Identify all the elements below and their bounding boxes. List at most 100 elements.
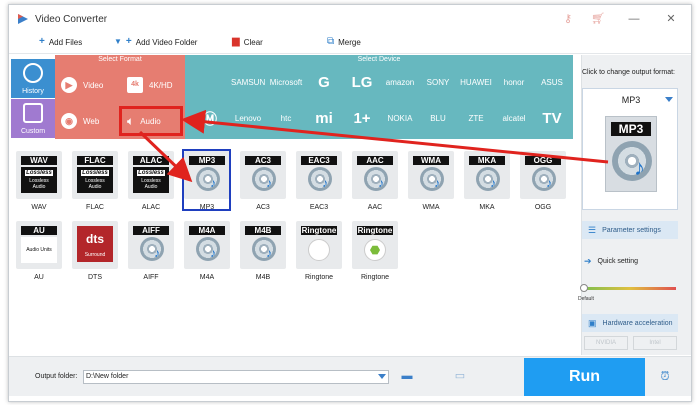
quick-setting-label: Quick setting <box>597 258 639 265</box>
device-brand-row1-6[interactable]: SONY <box>421 75 455 91</box>
parameter-settings-label: Parameter settings <box>602 226 661 234</box>
format-label: ALAC <box>141 204 161 211</box>
device-brand-row1-4[interactable]: LG <box>345 75 379 91</box>
minimize-button[interactable]: — <box>627 12 641 26</box>
format-tile-ringtone-iphone[interactable]: Ringtone <box>296 221 342 269</box>
alarm-clock-icon[interactable]: ⏰︎ <box>658 369 672 383</box>
device-brand-row2-0[interactable]: Ⓜ <box>193 111 227 127</box>
output-folder-dropdown-icon[interactable] <box>378 374 386 379</box>
format-tile-alac[interactable]: ALAC Lossless Lossless Audio <box>128 151 174 199</box>
cart-icon[interactable]: 🛒︎ <box>591 13 605 25</box>
lossless-audio-icon: Lossless Lossless Audio <box>21 167 57 193</box>
device-brand-row1-0[interactable] <box>193 75 227 91</box>
intel-chip: Intel <box>633 336 677 350</box>
device-brand-row2-3[interactable]: mi <box>307 111 341 127</box>
quick-setting: ➔ Quick setting <box>584 256 638 267</box>
key-icon[interactable]: ⚷ <box>562 13 574 25</box>
music-note-icon: ♪ <box>266 176 272 190</box>
format-badge: M4A <box>189 226 225 235</box>
add-video-folder-button[interactable]: ▼ + Add Video Folder <box>114 36 197 48</box>
output-folder-field[interactable]: D:\New folder <box>83 370 389 384</box>
clear-button[interactable]: ▆ Clear <box>232 36 263 48</box>
format-label: AIFF <box>143 274 159 281</box>
add-files-button[interactable]: + Add Files <box>39 36 82 48</box>
select-device-panel: Select Device SAMSUNGMicrosoftGLGamazonS… <box>185 55 573 139</box>
select-device-header: Select Device <box>357 56 401 63</box>
device-brand-row2-1[interactable]: Lenovo <box>231 111 265 127</box>
format-tile-m4b[interactable]: M4B ♪ <box>240 221 286 269</box>
history-tab[interactable]: History <box>11 59 55 98</box>
device-brand-row2-6[interactable]: BLU <box>421 111 455 127</box>
lossless-logo-text: Lossless <box>81 170 109 176</box>
merge-button[interactable]: ⧉ Merge <box>327 36 361 48</box>
format-label: WMA <box>422 204 440 211</box>
close-button[interactable]: ✕ <box>664 12 678 26</box>
device-brand-row2-2[interactable]: htc <box>269 111 303 127</box>
quality-slider-track[interactable] <box>584 287 676 290</box>
parameter-settings-button[interactable]: ☰ Parameter settings <box>582 221 678 239</box>
music-note-icon: ♪ <box>546 176 552 190</box>
format-badge: M4B <box>245 226 281 235</box>
format-tile-ringtone-android[interactable]: Ringtone ⬣ <box>352 221 398 269</box>
device-brand-row2-4[interactable]: 1+ <box>345 111 379 127</box>
format-tile-dts[interactable]: dts Surround <box>72 221 118 269</box>
format-label: Ringtone <box>304 274 334 281</box>
format-tile-eac3[interactable]: EAC3 ♪ <box>296 151 342 199</box>
device-brand-row1-8[interactable]: honor <box>497 75 531 91</box>
format-tile-wav[interactable]: WAV Lossless Lossless Audio <box>16 151 62 199</box>
device-brand-row2-5[interactable]: NOKIA <box>383 111 417 127</box>
format-tile-mka[interactable]: MKA ♪ <box>464 151 510 199</box>
audio-units-icon: Audio Units <box>21 237 57 263</box>
device-brand-row1-7[interactable]: HUAWEI <box>459 75 493 91</box>
hardware-acceleration-toggle[interactable]: ▣ Hardware acceleration <box>582 314 678 332</box>
device-brand-row1-1[interactable]: SAMSUNG <box>231 75 265 91</box>
format-tile-au[interactable]: AU Audio Units <box>16 221 62 269</box>
browse-folder-icon[interactable]: ▭ <box>453 370 467 382</box>
device-brand-row2-9[interactable]: TV <box>535 111 569 127</box>
web-format-button[interactable]: ◉ Web <box>55 107 119 135</box>
title-bar: Video Converter ⚷ 🛒︎ — ✕ <box>9 5 691 33</box>
output-format-badge: MP3 <box>611 122 651 136</box>
device-brand-row1-3[interactable]: G <box>307 75 341 91</box>
format-label: M4B <box>255 274 271 281</box>
format-tile-wma[interactable]: WMA ♪ <box>408 151 454 199</box>
device-brand-row1-5[interactable]: amazon <box>383 75 417 91</box>
quality-slider-handle[interactable] <box>580 284 588 292</box>
clock-icon <box>23 63 43 83</box>
app-title: Video Converter <box>35 14 108 25</box>
format-tile-ac3[interactable]: AC3 ♪ <box>240 151 286 199</box>
format-tile-aiff[interactable]: AIFF ♪ <box>128 221 174 269</box>
audio-highlight-box <box>119 106 183 136</box>
hardware-acceleration-label: Hardware acceleration <box>602 319 673 327</box>
dts-sub-text: Surround <box>84 252 106 258</box>
format-tile-ogg[interactable]: OGG ♪ <box>520 151 566 199</box>
device-brand-row2-7[interactable]: ZTE <box>459 111 493 127</box>
chrome-icon: ◉ <box>61 113 77 129</box>
arrow-right-icon: ➔ <box>584 256 592 266</box>
format-label: AAC <box>367 204 383 211</box>
4khd-format-button[interactable]: 4k 4K/HD <box>121 71 185 99</box>
format-label: AC3 <box>256 204 270 211</box>
format-badge: AU <box>21 226 57 235</box>
video-format-button[interactable]: ▶ Video <box>55 71 119 99</box>
format-label: OGG <box>534 204 552 211</box>
video-label: Video <box>83 80 104 90</box>
checkbox-icon: ▣ <box>588 317 597 328</box>
run-button[interactable]: Run <box>524 358 645 396</box>
format-badge: MKA <box>469 156 505 165</box>
open-folder-icon[interactable]: ▬ <box>400 370 414 382</box>
format-tile-m4a[interactable]: M4A ♪ <box>184 221 230 269</box>
device-brand-row2-8[interactable]: alcatel <box>497 111 531 127</box>
audio-text: Audio <box>144 184 158 190</box>
device-brand-row1-9[interactable]: ASUS <box>535 75 569 91</box>
format-label: MKA <box>479 204 495 211</box>
clear-label: Clear <box>243 37 263 47</box>
disc-icon <box>612 141 652 181</box>
slider-default-label: Default <box>578 296 594 302</box>
format-tile-flac[interactable]: FLAC Lossless Lossless Audio <box>72 151 118 199</box>
custom-tab[interactable]: Custom <box>11 99 55 138</box>
music-note-icon: ♪ <box>490 176 496 190</box>
output-format-thumbnail[interactable]: MP3 ♪ <box>605 116 657 192</box>
device-brand-row1-2[interactable]: Microsoft <box>269 75 303 91</box>
format-tile-aac[interactable]: AAC ♪ <box>352 151 398 199</box>
